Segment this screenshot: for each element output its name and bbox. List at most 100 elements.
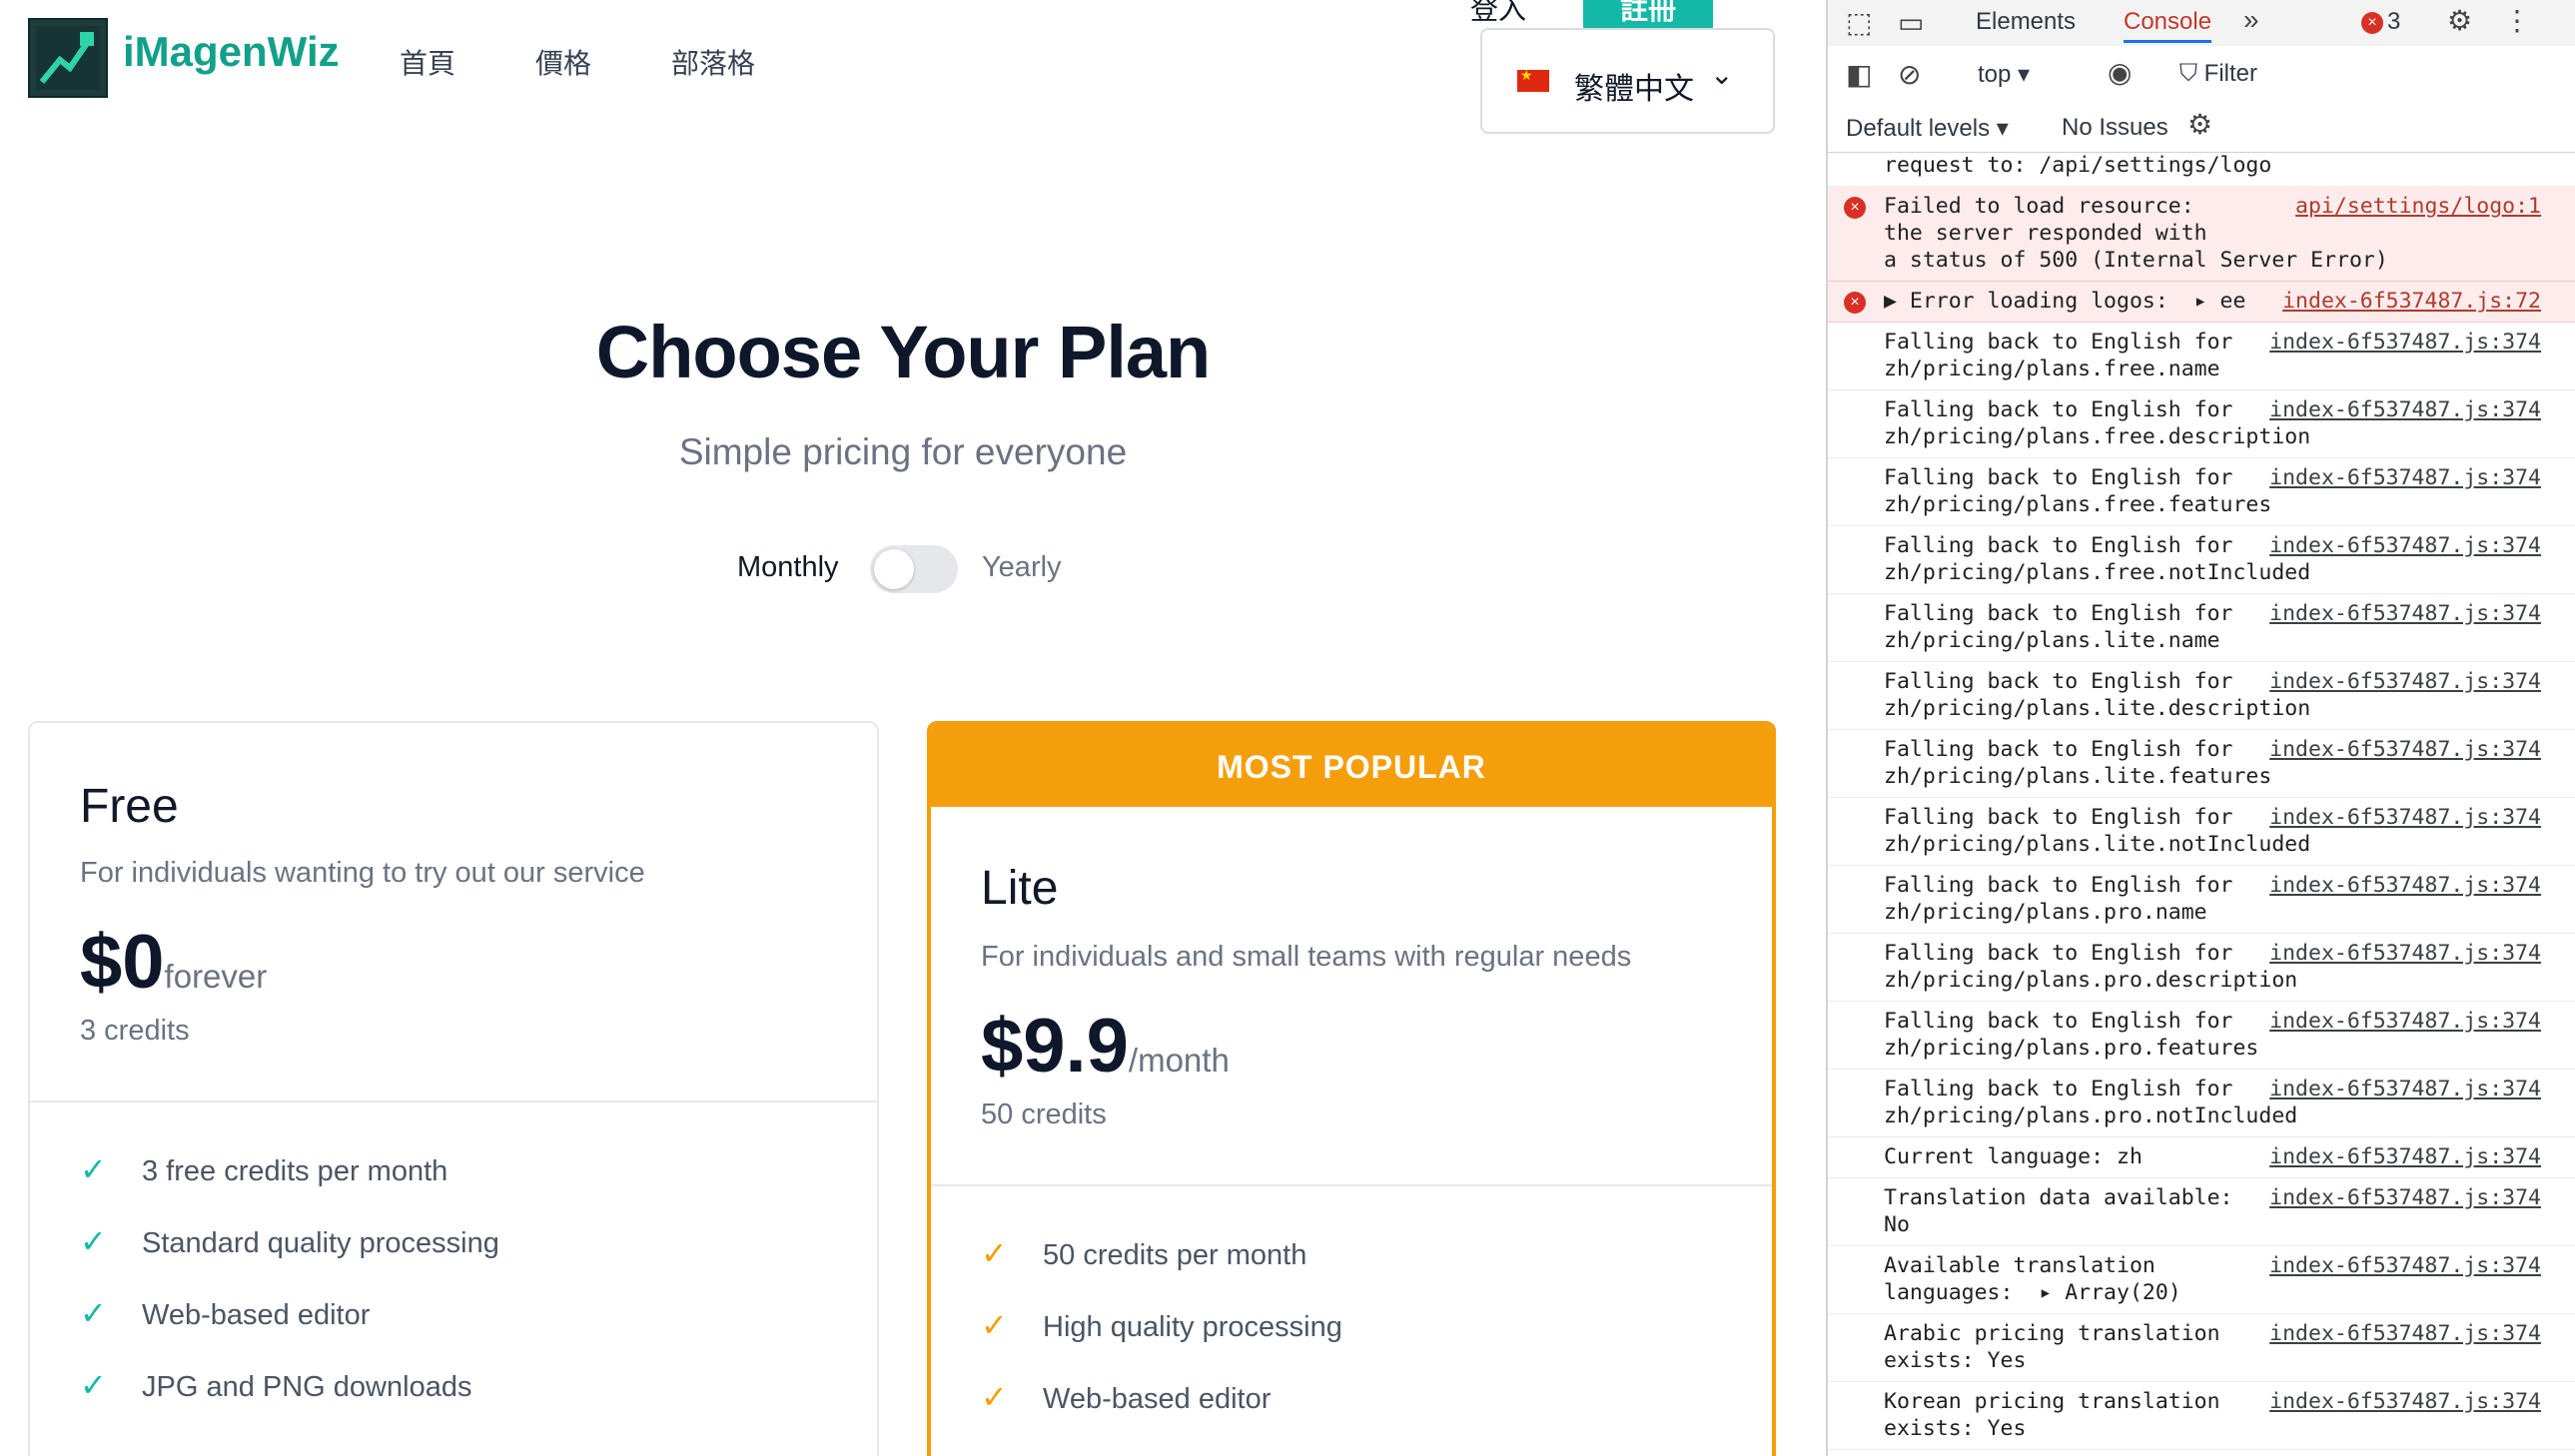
card-divider <box>931 1184 1772 1186</box>
more-tabs-icon[interactable]: » <box>2243 4 2259 36</box>
console-log-row[interactable]: Falling back to English for zh/pricing/p… <box>1828 1002 2575 1070</box>
plan-description: For individuals wanting to try out our s… <box>80 857 645 889</box>
source-link[interactable]: index-6f537487.js:374 <box>2269 668 2541 695</box>
filter-input[interactable]: ⛉ Filter <box>2179 60 2257 88</box>
log-levels-dropdown[interactable]: Default levels ▾ <box>1846 114 2009 143</box>
console-log-row[interactable]: Available translation languages: ▸ Array… <box>1828 1246 2575 1314</box>
console-log-row[interactable]: Arabic pricing translation exists: Yes in… <box>1828 1314 2575 1382</box>
issues-counter[interactable]: No Issues <box>2062 114 2168 142</box>
feature-item: ✓ 3 free credits per month <box>80 1151 448 1187</box>
source-link[interactable]: index-6f537487.js:374 <box>2269 464 2541 491</box>
source-link[interactable]: index-6f537487.js:374 <box>2269 1184 2541 1211</box>
source-link[interactable]: index-6f537487.js:374 <box>2269 600 2541 627</box>
console-message-text: Falling back to English for zh/pricing/p… <box>1884 465 2272 517</box>
source-link[interactable]: index-6f537487.js:374 <box>2269 1008 2541 1035</box>
login-link[interactable]: 登入 <box>1470 0 1526 28</box>
page-subtitle: Simple pricing for everyone <box>678 431 1128 472</box>
console-message-text: Falling back to English for zh/pricing/p… <box>1884 1009 2259 1061</box>
tab-elements[interactable]: Elements <box>1976 8 2076 36</box>
source-link[interactable]: index-6f537487.js:72 <box>2282 288 2541 315</box>
console-log-row[interactable]: Korean pricing translation exists: Yes in… <box>1828 1382 2575 1450</box>
filter-icon: ⛉ <box>2179 60 2204 87</box>
error-icon: × <box>2361 12 2383 34</box>
feature-item: ✓ Standard quality processing <box>80 1223 499 1259</box>
source-link[interactable]: index-6f537487.js:374 <box>2269 872 2541 899</box>
error-icon: × <box>1844 197 1866 219</box>
eye-icon[interactable]: ◉ <box>2108 56 2132 89</box>
console-message-text: Falling back to English for zh/pricing/p… <box>1884 941 2298 993</box>
console-log-row[interactable]: Falling back to English for zh/pricing/p… <box>1828 798 2575 866</box>
console-log-row[interactable]: Falling back to English for zh/pricing/p… <box>1828 526 2575 594</box>
console-log-row[interactable]: Falling back to English for zh/pricing/p… <box>1828 934 2575 1002</box>
source-link[interactable]: index-6f537487.js:374 <box>2269 1388 2541 1415</box>
console-message-text: request to: /api/settings/logo <box>1884 153 2272 178</box>
source-link[interactable]: index-6f537487.js:374 <box>2269 329 2541 356</box>
console-log-row[interactable]: Translation data available: No index-6f53… <box>1828 1178 2575 1246</box>
context-selector[interactable]: top ▾ <box>1978 60 2030 89</box>
error-icon: × <box>1844 292 1866 314</box>
gear-icon[interactable]: ⚙ <box>2447 4 2472 37</box>
tab-console[interactable]: Console <box>2124 8 2212 43</box>
console-log-row[interactable]: Current language: zh index-6f537487.js:37… <box>1828 1137 2575 1178</box>
error-count-badge[interactable]: × 3 <box>2361 8 2400 36</box>
card-divider <box>30 1100 877 1102</box>
console-message-text: Falling back to English for zh/pricing/p… <box>1884 873 2233 925</box>
console-message-text: Falling back to English for zh/pricing/p… <box>1884 397 2311 449</box>
console-log-row[interactable]: Falling back to English for zh/pricing/p… <box>1828 1070 2575 1137</box>
feature-item: ✓ High quality processing <box>981 1307 1342 1343</box>
console-log-row[interactable]: Falling back to English for zh/pricing/p… <box>1828 323 2575 390</box>
device-toolbar-icon[interactable]: ▭ <box>1898 6 1924 39</box>
source-link[interactable]: index-6f537487.js:374 <box>2269 1320 2541 1347</box>
feature-item: ✓ Web-based editor <box>981 1379 1272 1415</box>
billing-monthly-label[interactable]: Monthly <box>737 551 839 584</box>
console-log-row[interactable]: Falling back to English for zh/pricing/p… <box>1828 866 2575 934</box>
billing-period-toggle[interactable] <box>870 545 958 593</box>
page-title: Choose Your Plan <box>595 311 1211 393</box>
console-log-row[interactable]: Falling back to English for zh/pricing/p… <box>1828 458 2575 526</box>
language-label: 繁體中文 <box>1574 73 1694 106</box>
brand-logo[interactable] <box>28 18 108 98</box>
source-link[interactable]: index-6f537487.js:374 <box>2269 1252 2541 1279</box>
pricing-page: iMagenWiz 首頁 價格 部落格 登入 註冊 繁體中文 ⌄ Choose … <box>0 0 1826 1456</box>
plan-credits: 3 credits <box>80 1015 190 1047</box>
source-link[interactable]: index-6f537487.js:374 <box>2269 804 2541 831</box>
nav-blog[interactable]: 部落格 <box>671 42 755 82</box>
console-log-row[interactable]: Falling back to English for zh/pricing/p… <box>1828 390 2575 458</box>
console-message-text: Falling back to English for zh/pricing/p… <box>1884 601 2233 653</box>
language-selector[interactable]: 繁體中文 ⌄ <box>1480 28 1775 134</box>
source-link[interactable]: index-6f537487.js:374 <box>2269 736 2541 763</box>
console-message-text: Arabic pricing translation exists: Yes <box>1884 1321 2220 1373</box>
nav-home[interactable]: 首頁 <box>400 42 455 82</box>
source-link[interactable]: index-6f537487.js:374 <box>2269 396 2541 423</box>
inspect-element-icon[interactable]: ⬚ <box>1846 6 1872 39</box>
check-icon: ✓ <box>80 1223 107 1259</box>
brand-name[interactable]: iMagenWiz <box>123 28 340 76</box>
source-link[interactable]: index-6f537487.js:374 <box>2269 1076 2541 1102</box>
plan-credits: 50 credits <box>981 1098 1107 1130</box>
check-icon: ✓ <box>80 1151 107 1187</box>
console-error-row[interactable]: × Failed to load resource: the server res… <box>1828 187 2575 282</box>
source-link[interactable]: index-6f537487.js:374 <box>2269 1143 2541 1170</box>
console-settings-icon[interactable]: ⚙ <box>2187 108 2212 141</box>
console-log-row[interactable]: Falling back to English for zh/pricing/p… <box>1828 594 2575 662</box>
source-link[interactable]: index-6f537487.js:374 <box>2269 532 2541 559</box>
console-error-row[interactable]: × ▶ Error loading logos: ▸ ee index-6f5374… <box>1828 282 2575 323</box>
console-message-text: Korean pricing translation exists: Yes <box>1884 1389 2220 1441</box>
billing-yearly-label[interactable]: Yearly <box>982 551 1062 584</box>
plan-price: $9.9/month <box>981 1003 1230 1090</box>
plan-card-lite: MOST POPULAR Lite For individuals and sm… <box>927 721 1776 1456</box>
kebab-menu-icon[interactable]: ⋮ <box>2503 4 2531 37</box>
chevron-down-icon: ⌄ <box>1710 59 1734 90</box>
console-message-text: Falling back to English for zh/pricing/p… <box>1884 805 2311 857</box>
console-log-row[interactable]: Falling back to English for zh/pricing/p… <box>1828 662 2575 730</box>
source-link[interactable]: index-6f537487.js:374 <box>2269 940 2541 967</box>
console-message-text: Falling back to English for zh/pricing/p… <box>1884 669 2311 721</box>
nav-pricing[interactable]: 價格 <box>535 42 591 82</box>
console-log-row[interactable]: request to: /api/settings/logo <box>1828 146 2575 187</box>
price-amount: $9.9 <box>981 1004 1129 1089</box>
toggle-knob <box>874 549 914 589</box>
source-link[interactable]: api/settings/logo:1 <box>2295 193 2541 220</box>
clear-console-icon[interactable]: ⊘ <box>1898 58 1921 91</box>
sidebar-toggle-icon[interactable]: ◧ <box>1846 58 1872 91</box>
console-log-row[interactable]: Falling back to English for zh/pricing/p… <box>1828 730 2575 798</box>
